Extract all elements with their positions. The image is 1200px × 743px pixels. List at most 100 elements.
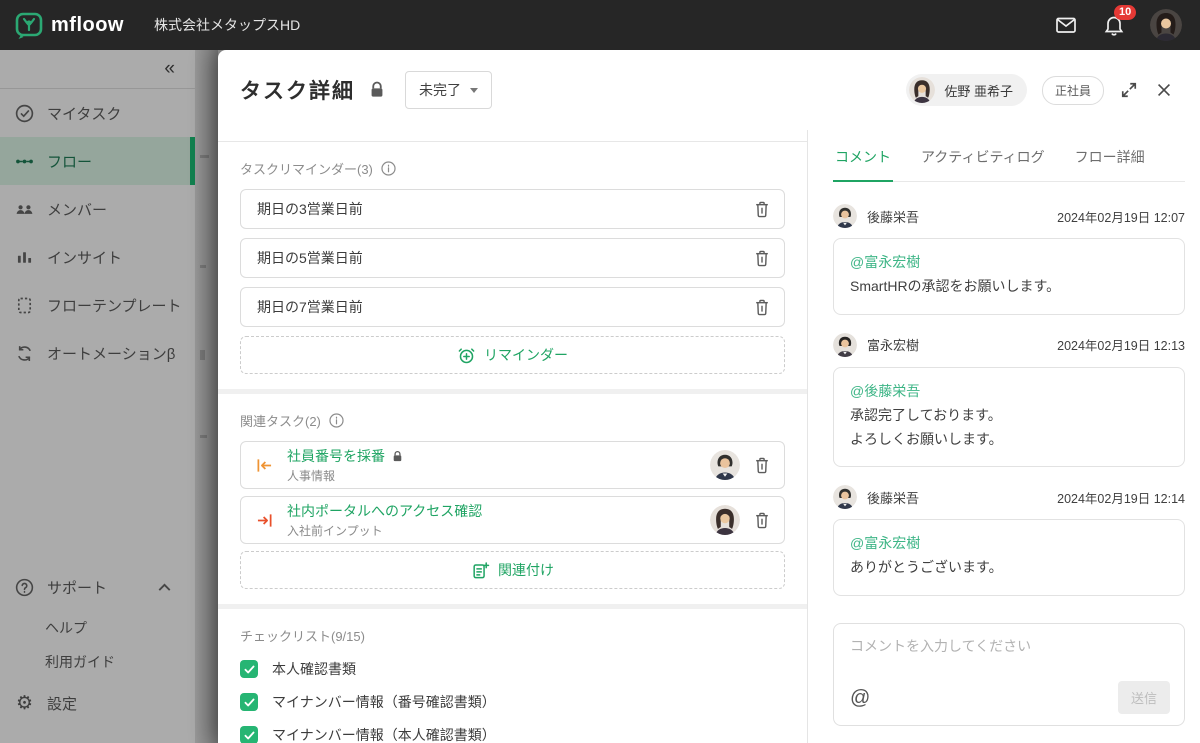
sidebar-item-user-guide[interactable]: 利用ガイド: [0, 645, 195, 679]
related-task-assignee-avatar: [710, 505, 740, 535]
info-icon[interactable]: [328, 412, 345, 429]
section-divider: [218, 141, 807, 142]
user-avatar[interactable]: [1150, 9, 1182, 41]
sidebar-item-my-tasks[interactable]: マイタスク: [0, 89, 195, 137]
comment-input-box: @ 送信: [833, 623, 1185, 726]
related-label-text: 関連タスク(2): [240, 414, 321, 429]
reminder-row: 期日の5営業日前: [240, 238, 785, 278]
expand-icon[interactable]: [1119, 80, 1139, 100]
related-section-label: 関連タスク(2): [240, 411, 785, 430]
app-logo[interactable]: mfloow: [14, 10, 124, 40]
modal-header: タスク詳細 未完了 佐野 亜希子 正社員: [218, 50, 1200, 130]
sidebar: « マイタスク フロー メンバー インサイト フローテンプレート オートメーショ…: [0, 50, 195, 743]
mfloow-logo-icon: [15, 12, 43, 39]
trash-icon: [756, 299, 768, 316]
checklist-label-text: チェックリスト(9/15): [240, 629, 365, 644]
task-check-circle-icon: [15, 104, 34, 122]
reminder-text: 期日の7営業日前: [257, 299, 363, 315]
tab-activity-log[interactable]: アクティビティログ: [919, 147, 1047, 181]
comment-mention[interactable]: @後藤栄吾: [850, 381, 1168, 401]
sidebar-collapse-button[interactable]: «: [0, 50, 195, 89]
assignee-avatar: [909, 77, 936, 103]
reminder-text: 期日の3営業日前: [257, 201, 363, 217]
modal-backdrop: [195, 50, 218, 743]
flow-dots-icon: [16, 159, 33, 163]
send-comment-button[interactable]: 送信: [1117, 681, 1170, 714]
add-reminder-button[interactable]: リマインダー: [240, 336, 785, 374]
template-icon: [17, 297, 32, 313]
assignee-chip[interactable]: 佐野 亜希子: [906, 74, 1027, 106]
comment-timestamp: 2024年02月19日 12:14: [1057, 491, 1185, 506]
comment-text: ありがとうございます。: [850, 559, 1003, 576]
automation-sync-icon: [18, 345, 31, 361]
trash-icon: [756, 457, 768, 474]
add-reminder-label: リマインダー: [484, 347, 568, 363]
comment-author-avatar: [833, 204, 857, 228]
delete-reminder-button[interactable]: [752, 199, 772, 219]
topbar: mfloow 株式会社メタップスHD 10: [0, 0, 1200, 50]
sidebar-item-label: フローテンプレート: [47, 297, 182, 315]
trash-icon: [756, 201, 768, 218]
task-detail-modal: タスク詳細 未完了 佐野 亜希子 正社員 タスクリマインダー(3) 期日の3営業…: [218, 50, 1200, 743]
checklist-item-label: マイナンバー情報（本人確認書類）: [272, 727, 496, 743]
notification-count-badge: 10: [1114, 5, 1137, 20]
add-related-task-button[interactable]: 関連付け: [240, 551, 785, 589]
reminders-label-text: タスクリマインダー(3): [240, 162, 373, 177]
comments-list[interactable]: 後藤栄吾 2024年02月19日 12:07 @富永宏樹 SmartHRの承認を…: [833, 182, 1185, 623]
related-task-title: 社内ポータルへのアクセス確認: [287, 503, 483, 519]
comment: 後藤栄吾 2024年02月19日 12:14 @富永宏樹 ありがとうございます。: [833, 485, 1185, 597]
employment-badge: 正社員: [1041, 75, 1104, 105]
check-icon: [244, 731, 254, 739]
checklist-section-label: チェックリスト(9/15): [240, 626, 785, 645]
comment-input[interactable]: [850, 636, 1170, 676]
mention-at-icon[interactable]: @: [850, 688, 870, 708]
comment-author: 後藤栄吾: [867, 490, 920, 506]
comment-mention[interactable]: @富永宏樹: [850, 252, 1168, 272]
sidebar-item-members[interactable]: メンバー: [0, 185, 195, 233]
lock-icon: [393, 450, 402, 461]
close-icon[interactable]: [1154, 80, 1174, 100]
remove-related-task-button[interactable]: [752, 510, 772, 530]
comment-bubble: @後藤栄吾 承認完了しております。 よろしくお願いします。: [833, 366, 1185, 468]
sidebar-item-label: オートメーションβ: [47, 345, 176, 363]
remove-related-task-button[interactable]: [752, 455, 772, 475]
checkbox-checked[interactable]: [240, 726, 258, 743]
checkbox-checked[interactable]: [240, 660, 258, 678]
comment-mention[interactable]: @富永宏樹: [850, 533, 1168, 553]
comment-author-avatar: [833, 485, 857, 510]
related-task-title: 社員番号を採番: [287, 448, 385, 464]
sidebar-item-insights[interactable]: インサイト: [0, 233, 195, 281]
comment-bubble: @富永宏樹 SmartHRの承認をお願いします。: [833, 238, 1185, 315]
comment-timestamp: 2024年02月19日 12:13: [1057, 339, 1185, 354]
delete-reminder-button[interactable]: [752, 297, 772, 317]
related-task-link[interactable]: 社員番号を採番: [287, 446, 404, 466]
chevron-down-icon: [470, 87, 478, 93]
related-task-row: 社内ポータルへのアクセス確認 入社前インプット: [240, 496, 785, 544]
notifications-bell-icon[interactable]: 10: [1102, 5, 1137, 37]
add-related-label: 関連付け: [498, 562, 554, 578]
collapse-chevrons-icon: «: [164, 58, 175, 79]
tab-comments[interactable]: コメント: [833, 147, 893, 182]
sidebar-item-flow[interactable]: フロー: [0, 137, 195, 185]
brand-name: mfloow: [51, 13, 124, 36]
tab-flow-detail[interactable]: フロー詳細: [1073, 147, 1147, 181]
checklist-item-label: マイナンバー情報（番号確認書類）: [272, 694, 496, 710]
sidebar-item-flow-templates[interactable]: フローテンプレート: [0, 281, 195, 329]
checklist-item: 本人確認書類: [240, 659, 785, 679]
info-icon[interactable]: [380, 160, 397, 177]
trash-icon: [756, 250, 768, 267]
sidebar-item-help[interactable]: ヘルプ: [0, 611, 195, 645]
sidebar-item-automation[interactable]: オートメーションβ: [0, 329, 195, 377]
related-task-link[interactable]: 社内ポータルへのアクセス確認: [287, 501, 482, 521]
checkbox-checked[interactable]: [240, 693, 258, 711]
check-icon: [244, 665, 254, 673]
status-dropdown[interactable]: 未完了: [405, 71, 492, 109]
delete-reminder-button[interactable]: [752, 248, 772, 268]
modal-title: タスク詳細: [240, 80, 355, 103]
mail-icon[interactable]: [1054, 13, 1078, 37]
reminder-row: 期日の7営業日前: [240, 287, 785, 327]
comment-author-avatar: [833, 332, 857, 357]
arrow-bar-right-icon: [257, 513, 272, 527]
sidebar-item-support[interactable]: サポート: [0, 563, 195, 611]
sidebar-item-settings[interactable]: ⚙ 設定: [0, 679, 195, 727]
